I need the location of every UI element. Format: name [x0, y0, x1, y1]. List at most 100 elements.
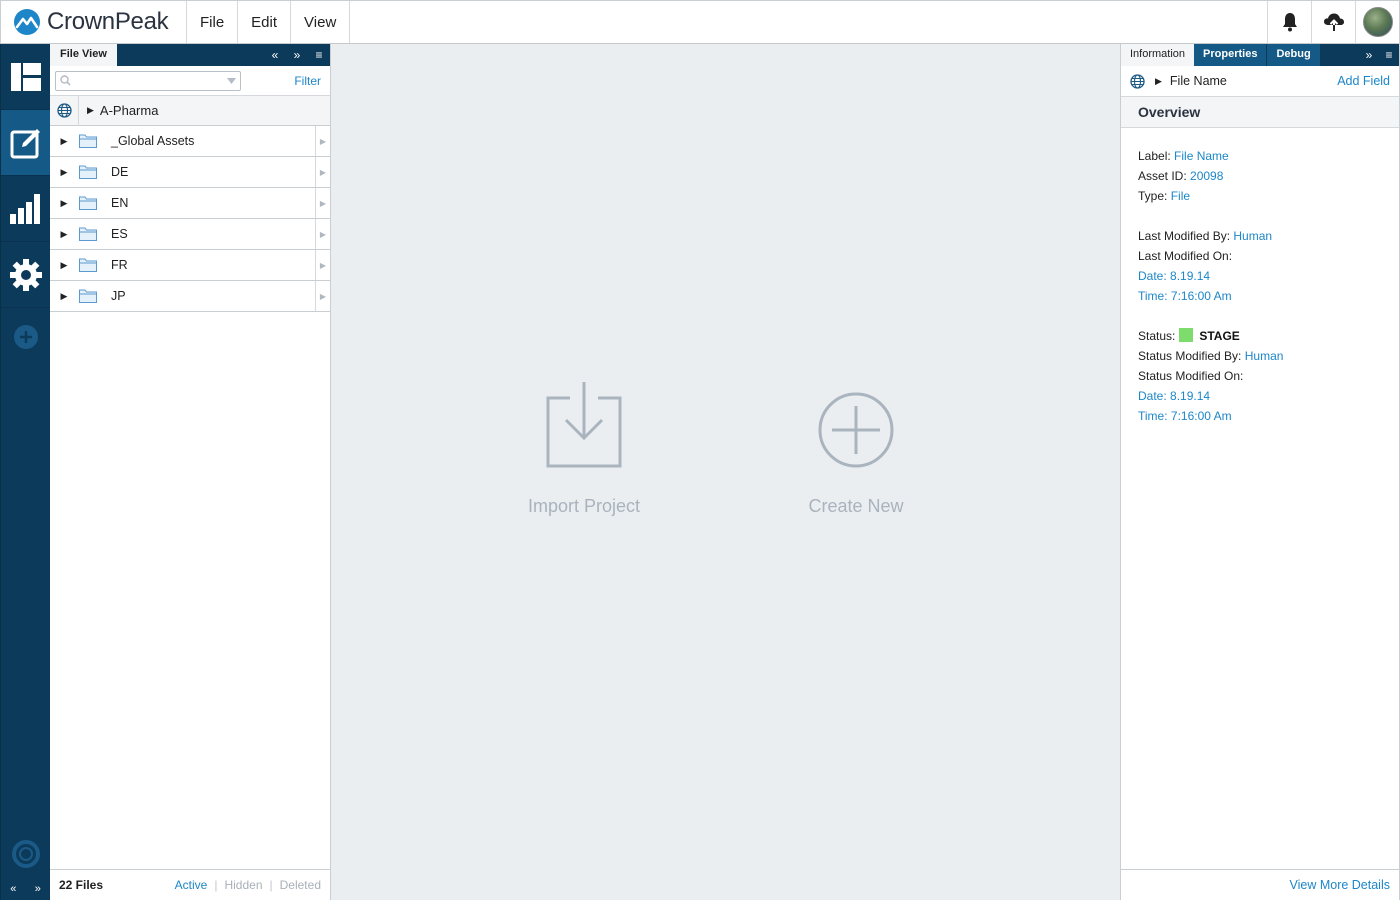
cloud-upload-icon: [1323, 13, 1344, 31]
folder-label: EN: [111, 196, 129, 210]
lifebuoy-icon: [11, 840, 40, 868]
root-folder-row[interactable]: ▶ A-Pharma: [50, 95, 330, 126]
dashboard-icon: [10, 62, 41, 91]
tab-properties[interactable]: Properties: [1194, 44, 1267, 66]
expand-caret-icon[interactable]: ▶: [50, 260, 78, 271]
info-footer: View More Details: [1121, 869, 1399, 900]
filter-button[interactable]: Filter: [294, 74, 321, 88]
left-nav: « »: [0, 44, 50, 900]
status-modified-by-value[interactable]: Human: [1245, 349, 1284, 363]
user-avatar: [1362, 7, 1393, 37]
chevron-down-icon[interactable]: [227, 77, 236, 84]
row-expander-icon[interactable]: ▶: [315, 281, 330, 311]
row-expander-icon[interactable]: ▶: [315, 126, 330, 156]
asset-id-value[interactable]: 20098: [1190, 169, 1223, 183]
file-count: 22 Files: [59, 878, 104, 892]
file-search-box: [55, 70, 241, 91]
nav-add[interactable]: [1, 308, 50, 366]
add-field-button[interactable]: Add Field: [1337, 74, 1390, 88]
last-modified-by-value[interactable]: Human: [1233, 229, 1272, 243]
nav-settings[interactable]: [1, 242, 50, 308]
nav-help[interactable]: [1, 836, 50, 872]
notifications-button[interactable]: [1267, 1, 1311, 43]
create-new-button[interactable]: Create New: [796, 392, 916, 517]
status-modified-time: Time: 7:16:00 Am: [1138, 409, 1232, 423]
folder-row-fr[interactable]: ▶ FR ▶: [50, 250, 330, 281]
last-modified-time: Time: 7:16:00 Am: [1138, 289, 1232, 303]
collapse-left-icon[interactable]: «: [10, 883, 16, 895]
folder-label: ES: [111, 227, 128, 241]
expand-caret-icon[interactable]: ▶: [50, 291, 78, 302]
label-value[interactable]: File Name: [1174, 149, 1229, 163]
nav-dashboard[interactable]: [1, 44, 50, 110]
filter-deleted-link[interactable]: Deleted: [280, 878, 321, 892]
expand-caret-icon[interactable]: ▶: [50, 136, 78, 147]
overview-details: Label: File Name Asset ID: 20098 Type: F…: [1121, 128, 1399, 444]
type-value[interactable]: File: [1171, 189, 1190, 203]
folder-row-en[interactable]: ▶ EN ▶: [50, 188, 330, 219]
crownpeak-logo[interactable]: CrownPeak: [1, 1, 187, 43]
expand-caret-icon[interactable]: ▶: [50, 198, 78, 209]
menu-view[interactable]: View: [291, 1, 351, 43]
folder-icon: [79, 227, 97, 241]
overview-heading: Overview: [1121, 97, 1399, 128]
import-project-button[interactable]: Import Project: [524, 382, 644, 517]
folder-icon: [79, 289, 97, 303]
row-expander-icon[interactable]: ▶: [315, 219, 330, 249]
folder-icon: [79, 134, 97, 148]
info-header: ▶ File Name Add Field: [1121, 66, 1399, 97]
status-modified-on-key: Status Modified On:: [1138, 369, 1244, 383]
site-globe-button[interactable]: [50, 95, 79, 126]
folder-icon: [79, 258, 97, 272]
user-menu-button[interactable]: [1355, 1, 1399, 43]
file-search-input[interactable]: [75, 72, 227, 89]
menu-edit[interactable]: Edit: [238, 1, 292, 43]
gear-icon: [9, 258, 42, 291]
filter-hidden-link[interactable]: Hidden: [224, 878, 262, 892]
folder-label: _Global Assets: [111, 134, 195, 148]
view-more-details-link[interactable]: View More Details: [1289, 878, 1390, 892]
nav-reports[interactable]: [1, 176, 50, 242]
panel-menu-icon[interactable]: ≡: [308, 48, 330, 62]
expand-caret-icon[interactable]: ▶: [1155, 76, 1162, 87]
crownpeak-logo-icon: [14, 9, 40, 35]
status-indicator: [1179, 328, 1194, 342]
folder-row-global-assets[interactable]: ▶ _Global Assets ▶: [50, 126, 330, 157]
plus-circle-icon: [818, 392, 894, 468]
status-key: Status:: [1138, 329, 1176, 343]
tab-debug[interactable]: Debug: [1267, 44, 1320, 66]
expand-right-icon[interactable]: »: [35, 883, 41, 895]
expand-panel-icon[interactable]: »: [286, 48, 308, 62]
tab-file-view[interactable]: File View: [50, 44, 117, 66]
globe-icon: [56, 103, 72, 118]
expand-caret-icon[interactable]: ▶: [87, 105, 94, 116]
expand-caret-icon[interactable]: ▶: [50, 167, 78, 178]
tab-information[interactable]: Information: [1121, 44, 1195, 66]
folder-row-de[interactable]: ▶ DE ▶: [50, 157, 330, 188]
menu-file[interactable]: File: [187, 1, 239, 43]
filter-active-link[interactable]: Active: [175, 878, 208, 892]
folder-label: JP: [111, 289, 126, 303]
panel-menu-icon[interactable]: ≡: [1379, 48, 1399, 62]
status-modified-date: Date: 8.19.14: [1138, 389, 1211, 403]
import-icon: [546, 382, 622, 468]
publish-button[interactable]: [1311, 1, 1355, 43]
row-expander-icon[interactable]: ▶: [315, 250, 330, 280]
row-expander-icon[interactable]: ▶: [315, 157, 330, 187]
create-new-label: Create New: [808, 496, 904, 516]
folder-row-es[interactable]: ▶ ES ▶: [50, 219, 330, 250]
expand-caret-icon[interactable]: ▶: [50, 229, 78, 240]
folder-row-jp[interactable]: ▶ JP ▶: [50, 281, 330, 312]
collapse-panel-icon[interactable]: «: [264, 48, 286, 62]
row-expander-icon[interactable]: ▶: [315, 188, 330, 218]
nav-edit[interactable]: [1, 110, 50, 176]
info-tabbar: Information Properties Debug » ≡: [1121, 44, 1399, 66]
folder-icon: [79, 196, 97, 210]
nav-collapse-controls: « »: [1, 878, 50, 900]
folder-icon: [79, 165, 97, 179]
file-view-tabbar: File View « » ≡: [50, 44, 330, 66]
main-canvas: Import Project Create New: [331, 44, 1120, 900]
label-key: Label:: [1138, 149, 1171, 163]
globe-icon[interactable]: [1130, 73, 1145, 89]
expand-panel-icon[interactable]: »: [1359, 48, 1379, 62]
